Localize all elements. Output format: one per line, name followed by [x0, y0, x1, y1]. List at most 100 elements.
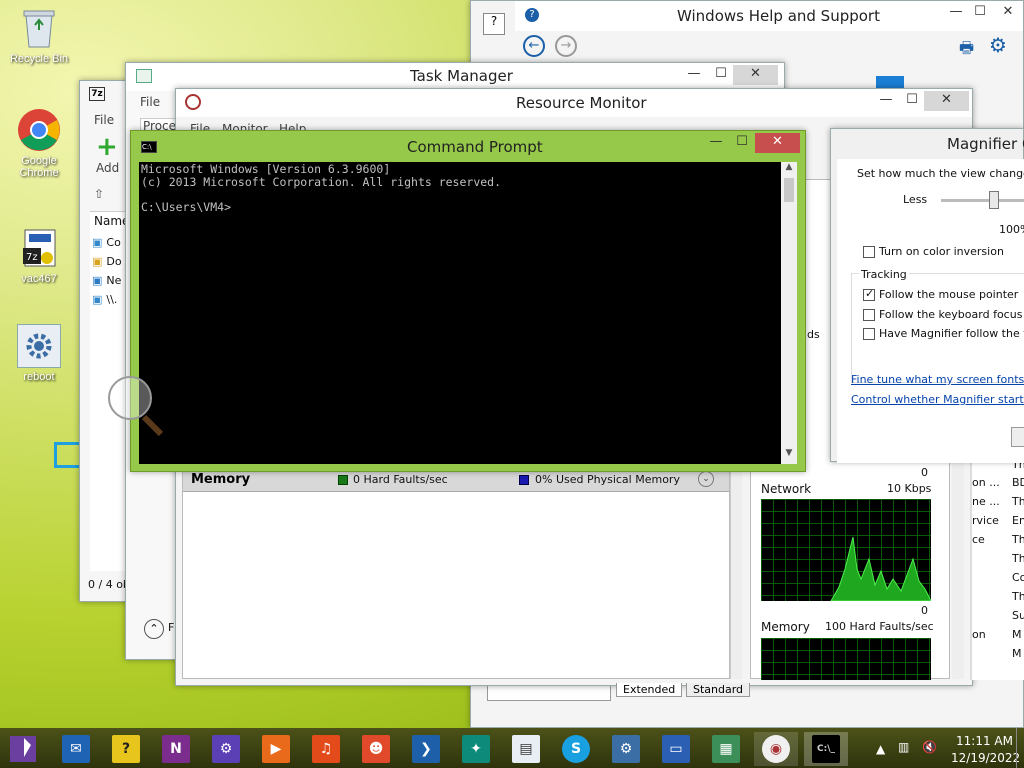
process-tree-fragment: [164, 473, 180, 603]
taskbar-mail[interactable]: ✉: [54, 732, 98, 766]
desktop-icon-reboot[interactable]: reboot: [4, 324, 74, 383]
help-search-field[interactable]: [487, 685, 611, 701]
add-plus-icon[interactable]: +: [96, 134, 118, 160]
add-label[interactable]: Add: [96, 161, 119, 175]
console-prompt: C:\Users\VM4>: [141, 199, 232, 214]
clock-time[interactable]: 11:11 AM: [956, 734, 1013, 748]
taskbar-help[interactable]: ?: [104, 732, 148, 766]
people-icon: ☻: [362, 735, 390, 763]
taskbar-onenote[interactable]: N: [154, 732, 198, 766]
taskbar-command-prompt[interactable]: C:\_: [804, 732, 848, 766]
back-arrow-icon[interactable]: ←: [523, 35, 545, 57]
task-manager-maximize-button[interactable]: ☐: [706, 65, 736, 85]
up-folder-icon[interactable]: ⇧: [94, 187, 104, 201]
show-desktop-button[interactable]: [1016, 728, 1024, 768]
desktop-icon-vac467[interactable]: 7z vac467: [4, 226, 74, 285]
taskbar-settings[interactable]: ⚙: [204, 732, 248, 766]
zoom-slider-thumb[interactable]: [989, 191, 999, 209]
desktop-icon-label: Google Chrome: [19, 155, 59, 179]
ok-button[interactable]: [1011, 427, 1024, 447]
list-item[interactable]: ▣ Do: [92, 255, 122, 268]
drive-icon: ▣: [92, 293, 103, 306]
start-button[interactable]: [2, 732, 44, 766]
taskbar-skype[interactable]: S: [554, 732, 598, 766]
color-inversion-checkbox[interactable]: Turn on color inversion: [863, 245, 1004, 258]
desktop-icon-google-chrome[interactable]: Google Chrome: [4, 108, 74, 179]
task-manager-title: Task Manager: [410, 67, 513, 85]
task-manager-close-button[interactable]: ✕: [733, 65, 778, 85]
desktop-icon-recycle-bin[interactable]: Recycle Bin: [4, 6, 74, 65]
tab-standard[interactable]: Standard: [686, 683, 751, 697]
taskbar-control-panel[interactable]: ⚙: [604, 732, 648, 766]
7zip-menu-file[interactable]: File: [94, 113, 114, 127]
settings-gear-icon[interactable]: ⚙: [989, 33, 1007, 57]
print-icon[interactable]: 🖶: [959, 37, 974, 64]
command-prompt-window[interactable]: C:\ Command Prompt — ☐ ✕ Microsoft Windo…: [130, 130, 806, 472]
network-graph: [761, 499, 931, 601]
follow-keyboard-checkbox[interactable]: Follow the keyboard focus: [863, 308, 1022, 321]
tab-extended[interactable]: Extended: [616, 683, 683, 697]
magnifier-startup-link[interactable]: Control whether Magnifier starts w: [851, 393, 1024, 406]
help-close-button[interactable]: ✕: [993, 3, 1023, 23]
console-output[interactable]: Microsoft Windows [Version 6.3.9600] (c)…: [139, 162, 781, 464]
memory-graph-rate: 100 Hard Faults/sec: [825, 620, 934, 633]
7zip-icon: 7z: [89, 87, 105, 101]
onenote-icon: N: [162, 735, 190, 763]
7zip-archive-icon: 7z: [17, 226, 61, 270]
network-tray-icon[interactable]: ▥: [898, 740, 909, 754]
taskbar-people[interactable]: ☻: [354, 732, 398, 766]
fine-tune-fonts-link[interactable]: Fine tune what my screen fonts lo: [851, 373, 1024, 386]
follow-text-checkbox[interactable]: Have Magnifier follow the te: [863, 327, 1024, 340]
zoom-percent: 100%: [999, 223, 1024, 236]
fewer-details-icon[interactable]: ⌃: [144, 619, 164, 639]
skype-icon: S: [562, 735, 590, 763]
network-icon: ▣: [92, 274, 103, 287]
console-line: Microsoft Windows [Version 6.3.9600]: [141, 162, 391, 176]
fewer-details-label[interactable]: F: [168, 621, 174, 634]
help-maximize-button[interactable]: ☐: [965, 3, 995, 23]
resource-monitor-maximize-button[interactable]: ☐: [897, 91, 927, 111]
taskbar-resource-monitor[interactable]: ◉: [754, 732, 798, 766]
zoom-slider-track[interactable]: [941, 199, 1024, 202]
console-scrollbar[interactable]: ▲ ▼: [781, 162, 797, 464]
taskbar-video[interactable]: ▶: [254, 732, 298, 766]
follow-mouse-checkbox[interactable]: ✓ Follow the mouse pointer: [863, 287, 1018, 301]
resource-monitor-close-button[interactable]: ✕: [924, 91, 969, 111]
command-prompt-close-button[interactable]: ✕: [755, 133, 800, 153]
control-gear-icon: ⚙: [612, 735, 640, 763]
checkmark-icon: ✓: [863, 287, 875, 301]
taskbar-music[interactable]: ♫: [304, 732, 348, 766]
desktop-icon-label: reboot: [23, 371, 55, 383]
magnifier-options-window[interactable]: Magnifier O Set how much the view change…: [830, 128, 1024, 463]
forward-arrow-icon[interactable]: →: [555, 35, 577, 57]
volume-muted-icon[interactable]: 🔇: [922, 740, 937, 754]
collapse-chevron-icon[interactable]: ⌄: [698, 471, 714, 487]
services-list-fragment: on ... ne ... rvice ce on Th BD Th En Th…: [970, 452, 1024, 680]
show-hidden-icons-icon[interactable]: ▲: [876, 742, 885, 756]
hard-faults-swatch: [338, 475, 348, 485]
taskbar-performance[interactable]: ▤: [504, 732, 548, 766]
scroll-up-icon[interactable]: ▲: [781, 162, 797, 176]
checkbox-icon: [863, 328, 875, 340]
taskbar-powershell[interactable]: ❯: [404, 732, 448, 766]
tracking-label: Tracking: [859, 268, 909, 281]
taskbar-task-manager[interactable]: ▦: [704, 732, 748, 766]
magnifier-lens-icon: [108, 376, 152, 420]
scroll-thumb[interactable]: [784, 178, 794, 202]
clock-date[interactable]: 12/19/2022: [951, 751, 1020, 765]
graph-scale-net: 0: [921, 604, 928, 617]
list-item[interactable]: ▣ Ne: [92, 274, 121, 287]
taskbar-remote-desktop[interactable]: ▭: [654, 732, 698, 766]
command-prompt-maximize-button[interactable]: ☐: [727, 133, 757, 153]
7zip-status: 0 / 4 ob: [88, 578, 130, 591]
taskbar-photos[interactable]: ✦: [454, 732, 498, 766]
performance-monitor-icon: ▤: [512, 735, 540, 763]
list-item[interactable]: ▣ Co: [92, 236, 121, 249]
list-item[interactable]: ▣ \\.: [92, 293, 117, 306]
task-manager-minimize-button[interactable]: —: [679, 65, 709, 85]
main-scrollbar[interactable]: [730, 467, 742, 679]
desktop-icon-label: vac467: [21, 273, 57, 285]
task-manager-menu-file[interactable]: File: [140, 95, 160, 109]
scroll-down-icon[interactable]: ▼: [781, 448, 797, 462]
